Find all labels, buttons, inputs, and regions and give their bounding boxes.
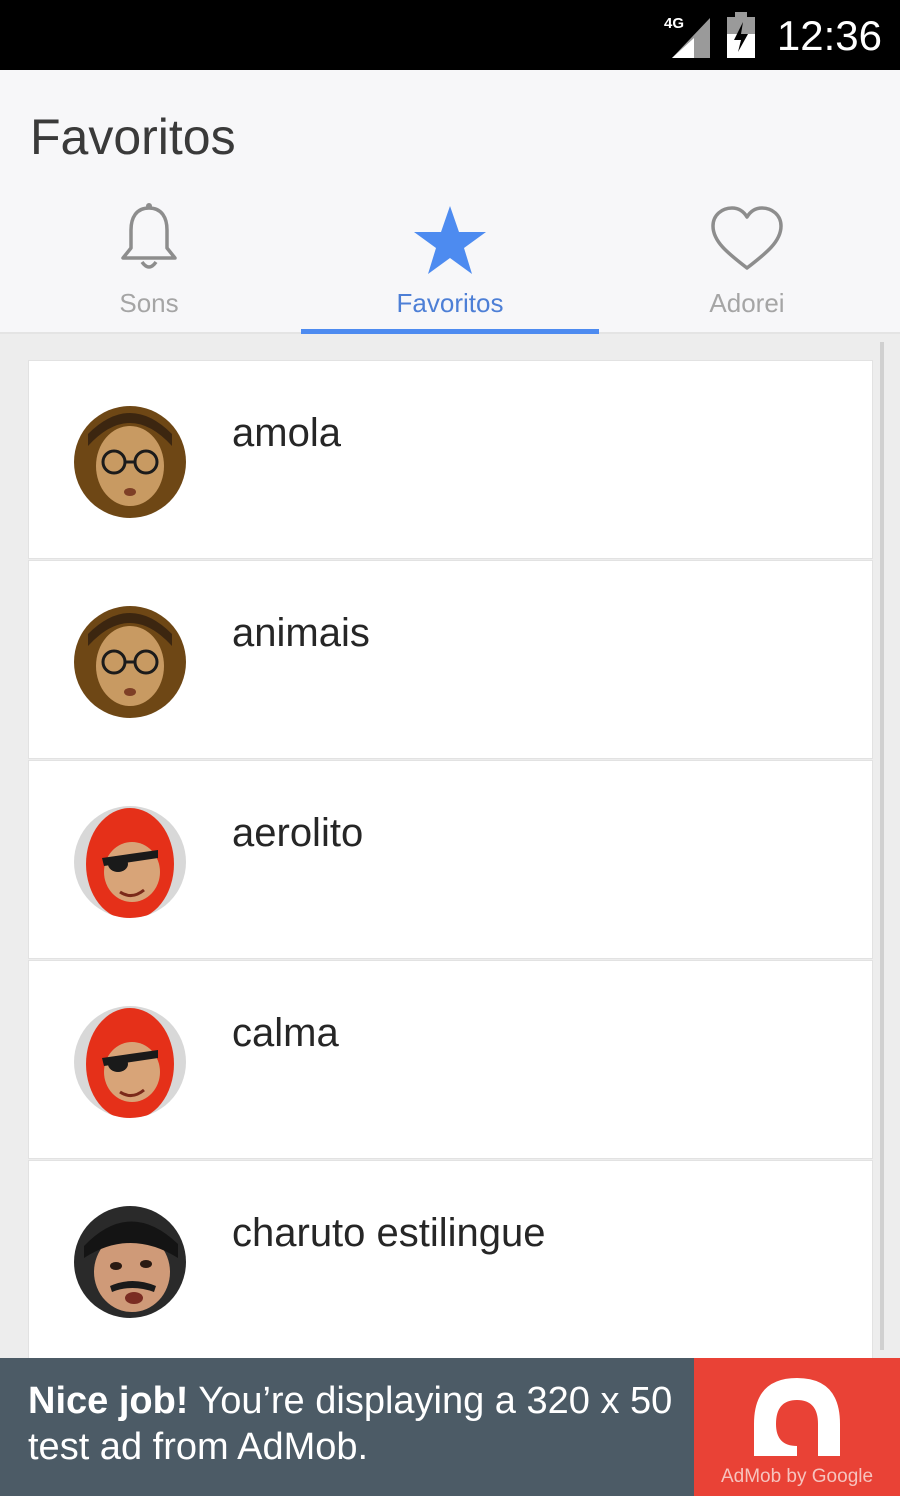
mustache-man-avatar — [74, 1206, 186, 1318]
list-item[interactable]: animais — [28, 560, 873, 759]
glasses-boy-avatar — [74, 406, 186, 518]
active-tab-indicator — [301, 329, 599, 334]
favorites-list[interactable]: amola animais aerolito calma charuto est… — [28, 360, 873, 1358]
battery-charging-icon — [727, 12, 755, 58]
tab-sons[interactable]: Sons — [0, 198, 298, 332]
admob-icon — [754, 1378, 840, 1456]
item-name: amola — [232, 411, 341, 455]
status-time: 12:36 — [776, 12, 882, 59]
tab-favoritos-label: Favoritos — [396, 288, 504, 318]
tab-adorei-label: Adorei — [709, 288, 785, 318]
red-hood-eyepatch-avatar — [74, 1006, 186, 1118]
signal-4g-icon: 4G — [664, 15, 710, 58]
tab-adorei[interactable]: Adorei — [598, 198, 896, 332]
list-item[interactable]: aerolito — [28, 760, 873, 959]
item-name: aerolito — [232, 811, 364, 855]
ad-banner[interactable]: Nice job! You’re displaying a 320 x 50 t… — [0, 1358, 900, 1496]
heart-icon — [711, 206, 783, 270]
list-item[interactable]: calma — [28, 960, 873, 1159]
list-item[interactable]: charuto estilingue — [28, 1160, 873, 1358]
status-bar: 4G 12:36 — [0, 0, 900, 70]
bell-icon — [121, 203, 177, 269]
admob-caption: AdMob by Google — [720, 1466, 874, 1487]
tab-bar: Sons Favoritos Adorei — [0, 198, 900, 334]
item-name: calma — [232, 1011, 339, 1055]
list-item[interactable]: amola — [28, 360, 873, 559]
app-bar: Favoritos — [0, 70, 900, 198]
item-name: animais — [232, 611, 370, 655]
ad-text: Nice job! You’re displaying a 320 x 50 t… — [28, 1378, 688, 1470]
scrollbar[interactable] — [880, 342, 884, 1350]
tab-sons-label: Sons — [119, 288, 179, 318]
glasses-boy-avatar — [74, 606, 186, 718]
red-hood-eyepatch-avatar — [74, 806, 186, 918]
ad-headline: Nice job! — [28, 1380, 189, 1422]
admob-logo: AdMob by Google — [694, 1358, 900, 1496]
star-icon — [414, 206, 486, 274]
page-title: Favoritos — [30, 109, 236, 165]
svg-text:4G: 4G — [664, 15, 684, 32]
item-name: charuto estilingue — [232, 1211, 546, 1255]
tab-favoritos[interactable]: Favoritos — [301, 198, 599, 334]
